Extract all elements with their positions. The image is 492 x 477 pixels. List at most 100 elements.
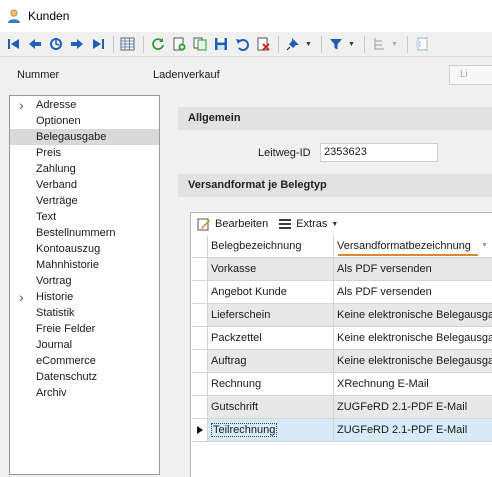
last-record-icon[interactable] [88,35,107,54]
nav-item[interactable]: Journal [10,337,159,353]
cell-beleg[interactable]: Rechnung [208,373,334,396]
table-row[interactable]: Lieferschein Keine elektronische Belegaus… [192,304,492,327]
cell-beleg[interactable]: Angebot Kunde [208,281,334,304]
row-indicator [192,419,208,442]
nav-item[interactable]: Vortrag [10,273,159,289]
toolbar-separator [407,35,408,53]
tree-icon [369,35,388,54]
section-header-allgemein: Allgemein [178,107,492,130]
table-view-icon[interactable] [118,35,137,54]
nav-item-label: Adresse [36,99,77,111]
nav-item[interactable]: Statistik [10,305,159,321]
nav-item-label: Archiv [36,387,67,399]
delete-icon[interactable] [253,35,272,54]
nav-item[interactable]: Kontoauszug [10,241,159,257]
table-row[interactable]: Auftrag Keine elektronische Belegausgabe [192,350,492,373]
edit-label: Bearbeiten [215,218,269,230]
nav-item-label: eCommerce [36,355,96,367]
nav-item[interactable]: Verträge [10,193,159,209]
menu-lines-icon [278,217,292,231]
nav-item-label: Mahnhistorie [36,259,99,271]
nav-item[interactable]: Text [10,209,159,225]
extras-button[interactable]: Extras ▼ [278,217,338,231]
tree-dropdown-icon: ▼ [391,40,398,48]
filter-dropdown-icon[interactable]: ▼ [347,35,356,54]
cell-beleg[interactable]: Gutschrift [208,396,334,419]
row-indicator [192,304,208,327]
filter-icon[interactable] [326,35,345,54]
nav-item-label: Verträge [36,195,78,207]
cell-format[interactable]: XRechnung E-Mail [334,373,492,396]
row-indicator [192,396,208,419]
table-row[interactable]: Vorkasse Als PDF versenden [192,258,492,281]
cell-beleg[interactable]: Auftrag [208,350,334,373]
nav-item[interactable]: Bestellnummern [10,225,159,241]
previous-record-icon[interactable] [25,35,44,54]
column-header-format[interactable]: Versandformatbezeichnung ▼ [334,235,492,258]
cell-format[interactable]: Keine elektronische Belegausgabe [334,304,492,327]
cell-beleg[interactable]: Packzettel [208,327,334,350]
nav-item[interactable]: Optionen [10,113,159,129]
pin-dropdown-icon[interactable]: ▼ [304,35,313,54]
cell-beleg[interactable]: Teilrechnung [208,419,334,442]
cell-format[interactable]: Als PDF versenden [334,281,492,304]
pin-icon[interactable] [283,35,302,54]
new-record-icon[interactable] [169,35,188,54]
refresh-icon[interactable] [148,35,167,54]
nav-item[interactable]: Preis [10,145,159,161]
nav-item[interactable]: Datenschutz [10,369,159,385]
expand-chevron-icon[interactable]: › [19,97,24,113]
nav-item[interactable]: Archiv [10,385,159,401]
cell-beleg-text: Rechnung [211,378,262,390]
nav-item-label: Kontoauszug [36,243,101,255]
nav-item[interactable]: Verband [10,177,159,193]
section-nav: › Adresse Optionen Belegausgabe Preis Zahlung… [9,95,160,475]
nav-item-label: Vortrag [36,275,72,287]
cell-beleg-text: Teilrechnung [211,423,278,437]
nav-item-label: Bestellnummern [36,227,116,239]
next-record-icon[interactable] [67,35,86,54]
table-row[interactable]: Packzettel Keine elektronische Belegausga… [192,327,492,350]
column-header-beleg[interactable]: Belegbezeichnung [208,235,334,258]
nav-item[interactable]: Zahlung [10,161,159,177]
edit-icon [197,217,211,231]
cell-format[interactable]: ZUGFeRD 2.1-PDF E-Mail [334,396,492,419]
cell-format[interactable]: Als PDF versenden [334,258,492,281]
table-row[interactable]: Gutschrift ZUGFeRD 2.1-PDF E-Mail [192,396,492,419]
cell-beleg-text: Auftrag [211,355,247,367]
nav-item[interactable]: › Adresse [10,97,159,113]
toolbar-separator [321,35,322,53]
edit-button[interactable]: Bearbeiten [197,217,268,231]
column-header-format-label: Versandformatbezeichnung [337,240,471,252]
sort-indicator [338,254,478,256]
table-row[interactable]: Rechnung XRechnung E-Mail [192,373,492,396]
right-action-button[interactable]: Li [449,65,492,85]
grid-header-row: Belegbezeichnung Versandformatbezeichnun… [192,235,492,258]
nav-item[interactable]: eCommerce [10,353,159,369]
expand-chevron-icon[interactable]: › [19,289,24,305]
cell-format[interactable]: Keine elektronische Belegausgabe [334,350,492,373]
nav-item-label: Statistik [36,307,75,319]
table-row[interactable]: Angebot Kunde Als PDF versenden [192,281,492,304]
document-icon [412,35,431,54]
cell-beleg[interactable]: Vorkasse [208,258,334,281]
nav-item[interactable]: Mahnhistorie [10,257,159,273]
cell-format[interactable]: Keine elektronische Belegausgabe [334,327,492,350]
first-record-icon[interactable] [4,35,23,54]
leitweg-label: Leitweg-ID [258,147,311,159]
nav-item[interactable]: › Historie [10,289,159,305]
copy-record-icon[interactable] [190,35,209,54]
main-toolbar: ▼ ▼ ▼ [0,32,492,57]
cell-beleg-text: Packzettel [211,332,262,344]
cell-beleg[interactable]: Lieferschein [208,304,334,327]
table-row[interactable]: Teilrechnung ZUGFeRD 2.1-PDF E-Mail [192,419,492,442]
undo-icon[interactable] [232,35,251,54]
search-record-icon[interactable] [46,35,65,54]
title-bar: Kunden [0,0,492,32]
row-indicator [192,373,208,396]
cell-format[interactable]: ZUGFeRD 2.1-PDF E-Mail [334,419,492,442]
nav-item[interactable]: Belegausgabe [10,129,159,145]
save-icon[interactable] [211,35,230,54]
leitweg-input[interactable]: 2353623 [320,143,438,162]
nav-item[interactable]: Freie Felder [10,321,159,337]
